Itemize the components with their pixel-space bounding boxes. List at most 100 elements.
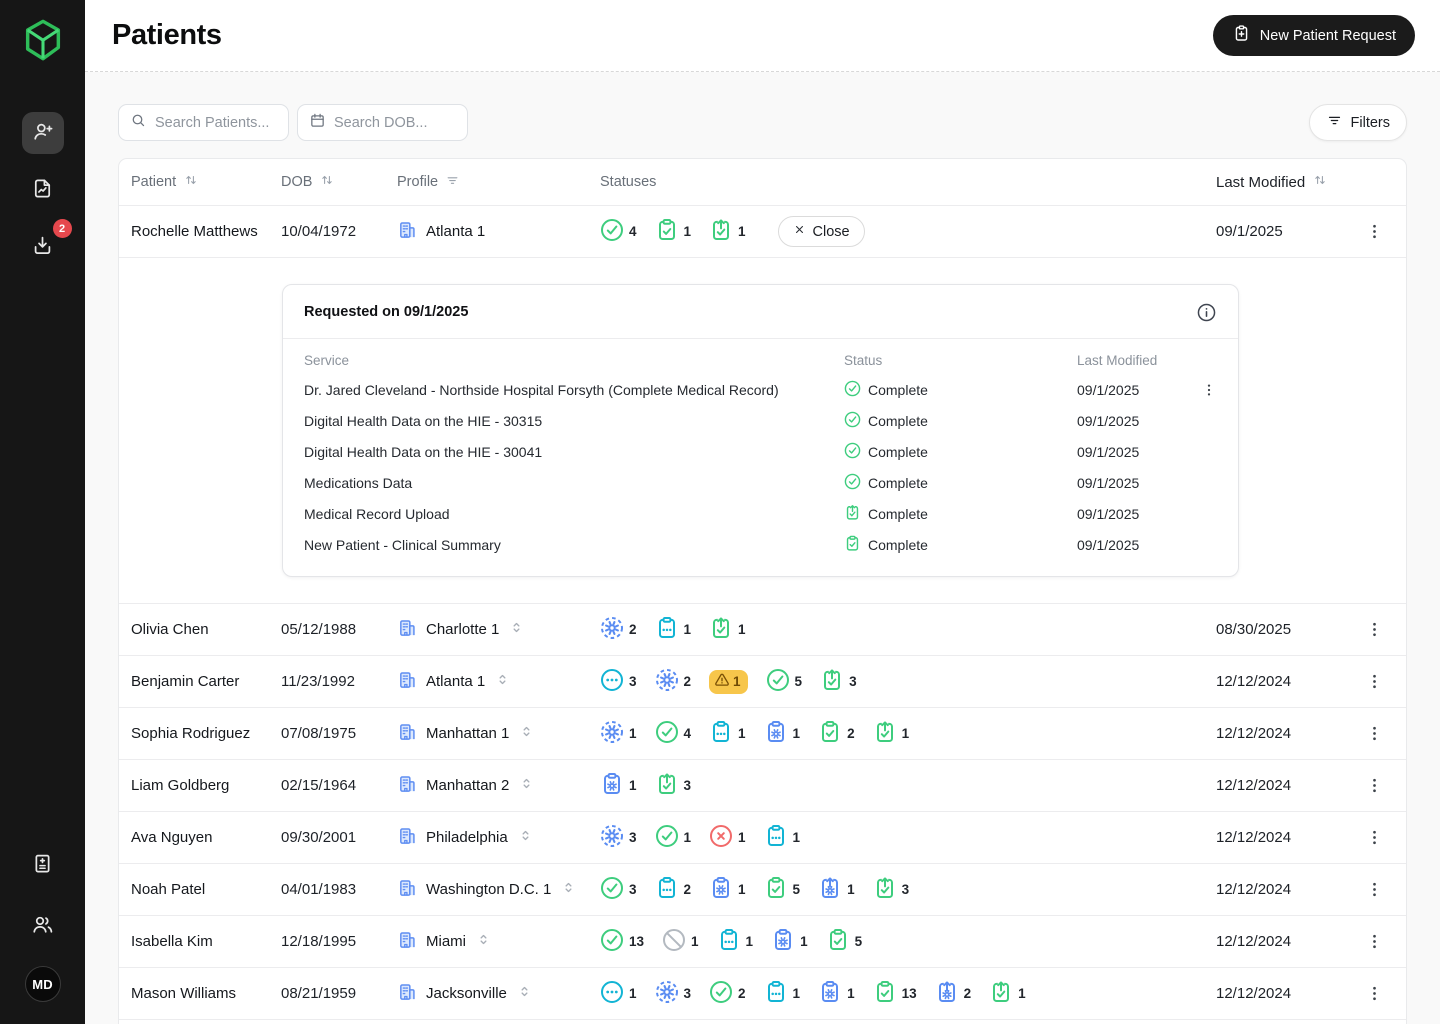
profile-selector-icon[interactable] bbox=[517, 827, 534, 848]
info-icon[interactable] bbox=[1193, 299, 1219, 325]
row-menu-button[interactable] bbox=[1360, 824, 1388, 852]
clipboard-dots-icon bbox=[709, 720, 733, 747]
profile-selector-icon[interactable] bbox=[560, 879, 577, 900]
column-header-dob[interactable]: DOB bbox=[281, 172, 397, 192]
status-count: 1 bbox=[684, 830, 692, 845]
column-header-profile[interactable]: Profile bbox=[397, 173, 600, 192]
status-count: 4 bbox=[684, 726, 692, 741]
search-dob-input[interactable] bbox=[334, 115, 456, 131]
status-count: 2 bbox=[629, 622, 637, 637]
clipboard-upload-icon bbox=[989, 980, 1013, 1007]
profile-selector-icon[interactable] bbox=[475, 931, 492, 952]
profile-cell[interactable]: Manhattan 2 bbox=[397, 774, 600, 798]
status-item: 2 bbox=[935, 980, 972, 1007]
statuses-cell: 32153 bbox=[600, 668, 1202, 695]
close-label: Close bbox=[813, 224, 850, 240]
sidebar: 2 MD bbox=[0, 0, 85, 1024]
patient-dob: 08/21/1959 bbox=[281, 985, 397, 1002]
column-header-last-modified[interactable]: Last Modified bbox=[1202, 172, 1354, 192]
row-menu-button[interactable] bbox=[1360, 928, 1388, 956]
service-table-header: Service Status Last Modified bbox=[304, 341, 1218, 374]
profile-selector-icon[interactable] bbox=[516, 983, 533, 1004]
profile-selector-icon[interactable] bbox=[518, 775, 535, 796]
check-circle-icon bbox=[709, 980, 733, 1007]
clipboard-upload-icon bbox=[873, 876, 897, 903]
new-patient-request-button[interactable]: New Patient Request bbox=[1213, 15, 1415, 56]
row-menu-button[interactable] bbox=[1360, 668, 1388, 696]
service-status-label: Complete bbox=[868, 382, 928, 398]
service-name: New Patient - Clinical Summary bbox=[304, 537, 844, 553]
filters-button[interactable]: Filters bbox=[1309, 104, 1407, 141]
check-circle-icon bbox=[655, 720, 679, 747]
gear-processing-icon bbox=[655, 980, 679, 1007]
patient-row[interactable]: Rochelle Matthews 10/04/1972 Atlanta 1 4… bbox=[119, 205, 1406, 257]
status-item: 1 bbox=[709, 876, 746, 903]
patient-row[interactable]: Sophia Rodriguez 07/08/1975 Manhattan 1 … bbox=[119, 707, 1406, 759]
row-menu-button[interactable] bbox=[1360, 616, 1388, 644]
clipboard-gear-icon bbox=[764, 720, 788, 747]
status-warning-badge: 1 bbox=[709, 670, 748, 694]
profile-cell[interactable]: Jacksonville bbox=[397, 982, 600, 1006]
user-avatar[interactable]: MD bbox=[25, 966, 61, 1002]
profile-selector-icon[interactable] bbox=[494, 671, 511, 692]
profile-label: Charlotte 1 bbox=[426, 621, 499, 638]
building-icon bbox=[397, 878, 417, 902]
search-dob-box bbox=[297, 104, 468, 141]
status-col-header: Status bbox=[844, 353, 1077, 368]
patient-row[interactable]: Isabella Kim 12/18/1995 Miami 131115 12/… bbox=[119, 915, 1406, 967]
sidebar-item-downloads[interactable]: 2 bbox=[22, 226, 64, 268]
clipboard-gear-upload-icon bbox=[935, 980, 959, 1007]
row-menu-button[interactable] bbox=[1360, 218, 1388, 246]
status-count: 1 bbox=[629, 986, 637, 1001]
clipboard-check-icon bbox=[844, 535, 861, 555]
profile-cell[interactable]: Washington D.C. 1 bbox=[397, 878, 600, 902]
status-count: 1 bbox=[691, 934, 699, 949]
document-chart-icon bbox=[31, 177, 54, 203]
patient-row[interactable]: Benjamin Carter 11/23/1992 Atlanta 1 321… bbox=[119, 655, 1406, 707]
status-count: 1 bbox=[847, 986, 855, 1001]
profile-cell[interactable]: Charlotte 1 bbox=[397, 618, 600, 642]
row-menu-button[interactable] bbox=[1360, 980, 1388, 1008]
statuses-cell: 411 Close bbox=[600, 216, 1202, 247]
filter-icon bbox=[445, 173, 460, 192]
sidebar-item-facilities[interactable] bbox=[22, 844, 64, 886]
patient-dob: 07/08/1975 bbox=[281, 725, 397, 742]
patient-row-partial[interactable] bbox=[119, 1019, 1406, 1024]
app-root: 2 MD Patients New Patient Request bbox=[0, 0, 1440, 1024]
row-menu-button[interactable] bbox=[1360, 772, 1388, 800]
clipboard-dots-icon bbox=[764, 824, 788, 851]
status-item: 2 bbox=[818, 720, 855, 747]
profile-label: Manhattan 1 bbox=[426, 725, 509, 742]
statuses-cell: 13 bbox=[600, 772, 1202, 799]
patient-row[interactable]: Mason Williams 08/21/1959 Jacksonville 1… bbox=[119, 967, 1406, 1019]
search-patients-input[interactable] bbox=[155, 115, 277, 131]
profile-selector-icon[interactable] bbox=[508, 619, 525, 640]
status-count: 3 bbox=[629, 882, 637, 897]
table-header-row: Patient DOB Profile Statuses Last Modifi… bbox=[119, 159, 1406, 205]
app-logo[interactable] bbox=[20, 17, 66, 63]
sidebar-item-reports[interactable] bbox=[22, 169, 64, 211]
patient-row[interactable]: Noah Patel 04/01/1983 Washington D.C. 1 … bbox=[119, 863, 1406, 915]
service-menu-button[interactable] bbox=[1198, 379, 1220, 401]
table-body: Rochelle Matthews 10/04/1972 Atlanta 1 4… bbox=[119, 205, 1406, 1024]
status-count: 3 bbox=[902, 882, 910, 897]
status-item: 1 bbox=[655, 616, 692, 643]
profile-cell[interactable]: Manhattan 1 bbox=[397, 722, 600, 746]
patient-row[interactable]: Olivia Chen 05/12/1988 Charlotte 1 211 0… bbox=[119, 603, 1406, 655]
profile-cell[interactable]: Atlanta 1 bbox=[397, 670, 600, 694]
dots-circle-icon bbox=[600, 668, 624, 695]
column-header-patient[interactable]: Patient bbox=[131, 172, 281, 192]
profile-cell[interactable]: Philadelphia bbox=[397, 826, 600, 850]
patient-row[interactable]: Ava Nguyen 09/30/2001 Philadelphia 3111 … bbox=[119, 811, 1406, 863]
status-count: 5 bbox=[795, 674, 803, 689]
sidebar-item-team[interactable] bbox=[22, 905, 64, 947]
profile-selector-icon[interactable] bbox=[518, 723, 535, 744]
row-menu-button[interactable] bbox=[1360, 720, 1388, 748]
patient-row[interactable]: Liam Goldberg 02/15/1964 Manhattan 2 13 … bbox=[119, 759, 1406, 811]
building-icon bbox=[397, 670, 417, 694]
row-menu-button[interactable] bbox=[1360, 876, 1388, 904]
service-row: Medical Record Upload Complete 09/1/2025 bbox=[304, 498, 1218, 529]
close-expanded-button[interactable]: Close bbox=[778, 216, 865, 247]
profile-cell[interactable]: Miami bbox=[397, 930, 600, 954]
sidebar-item-patients[interactable] bbox=[22, 112, 64, 154]
